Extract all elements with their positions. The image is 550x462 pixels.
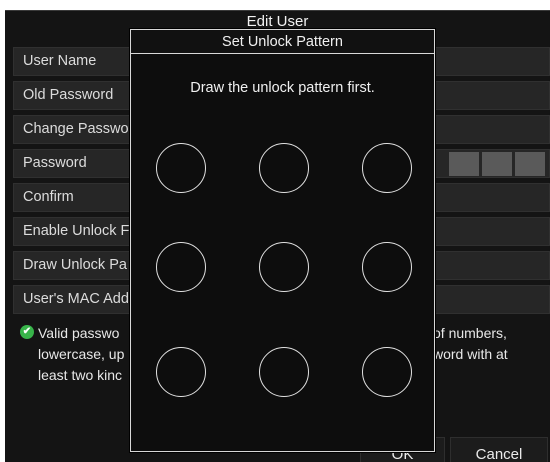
- strength-segment: [449, 152, 479, 176]
- hint-line3-left: least two kinc: [38, 367, 123, 383]
- password-strength-meter: [449, 152, 545, 176]
- mac-address-label: User's MAC Add: [23, 291, 129, 307]
- pattern-dot-8[interactable]: [259, 347, 309, 397]
- set-unlock-pattern-modal: Set Unlock Pattern Draw the unlock patte…: [130, 29, 435, 452]
- user-name-label: User Name: [23, 53, 97, 69]
- confirm-label: Confirm: [23, 189, 74, 205]
- cancel-button[interactable]: Cancel: [450, 437, 548, 462]
- hint-line1-left: Valid passwo: [38, 325, 120, 341]
- pattern-dot-4[interactable]: [156, 242, 206, 292]
- hint-line2-left: lowercase, up: [38, 346, 125, 362]
- pattern-dot-7[interactable]: [156, 347, 206, 397]
- hint-line1-right: of numbers,: [433, 325, 507, 341]
- enable-unlock-pattern-label: Enable Unlock F: [23, 223, 130, 239]
- password-label: Password: [23, 155, 87, 171]
- pattern-dot-9[interactable]: [362, 347, 412, 397]
- pattern-dot-1[interactable]: [156, 143, 206, 193]
- pattern-dot-6[interactable]: [362, 242, 412, 292]
- strength-segment: [482, 152, 512, 176]
- hint-line2-right: word with at: [433, 346, 508, 362]
- strength-segment: [515, 152, 545, 176]
- check-icon: ✔: [20, 325, 34, 339]
- draw-unlock-pattern-label: Draw Unlock Pa: [23, 257, 127, 273]
- old-password-label: Old Password: [23, 87, 114, 103]
- pattern-dot-5[interactable]: [259, 242, 309, 292]
- modal-title: Set Unlock Pattern: [131, 30, 434, 54]
- change-password-label: Change Passwo: [23, 121, 129, 137]
- pattern-dot-3[interactable]: [362, 143, 412, 193]
- pattern-dot-2[interactable]: [259, 143, 309, 193]
- modal-message: Draw the unlock pattern first.: [190, 80, 375, 96]
